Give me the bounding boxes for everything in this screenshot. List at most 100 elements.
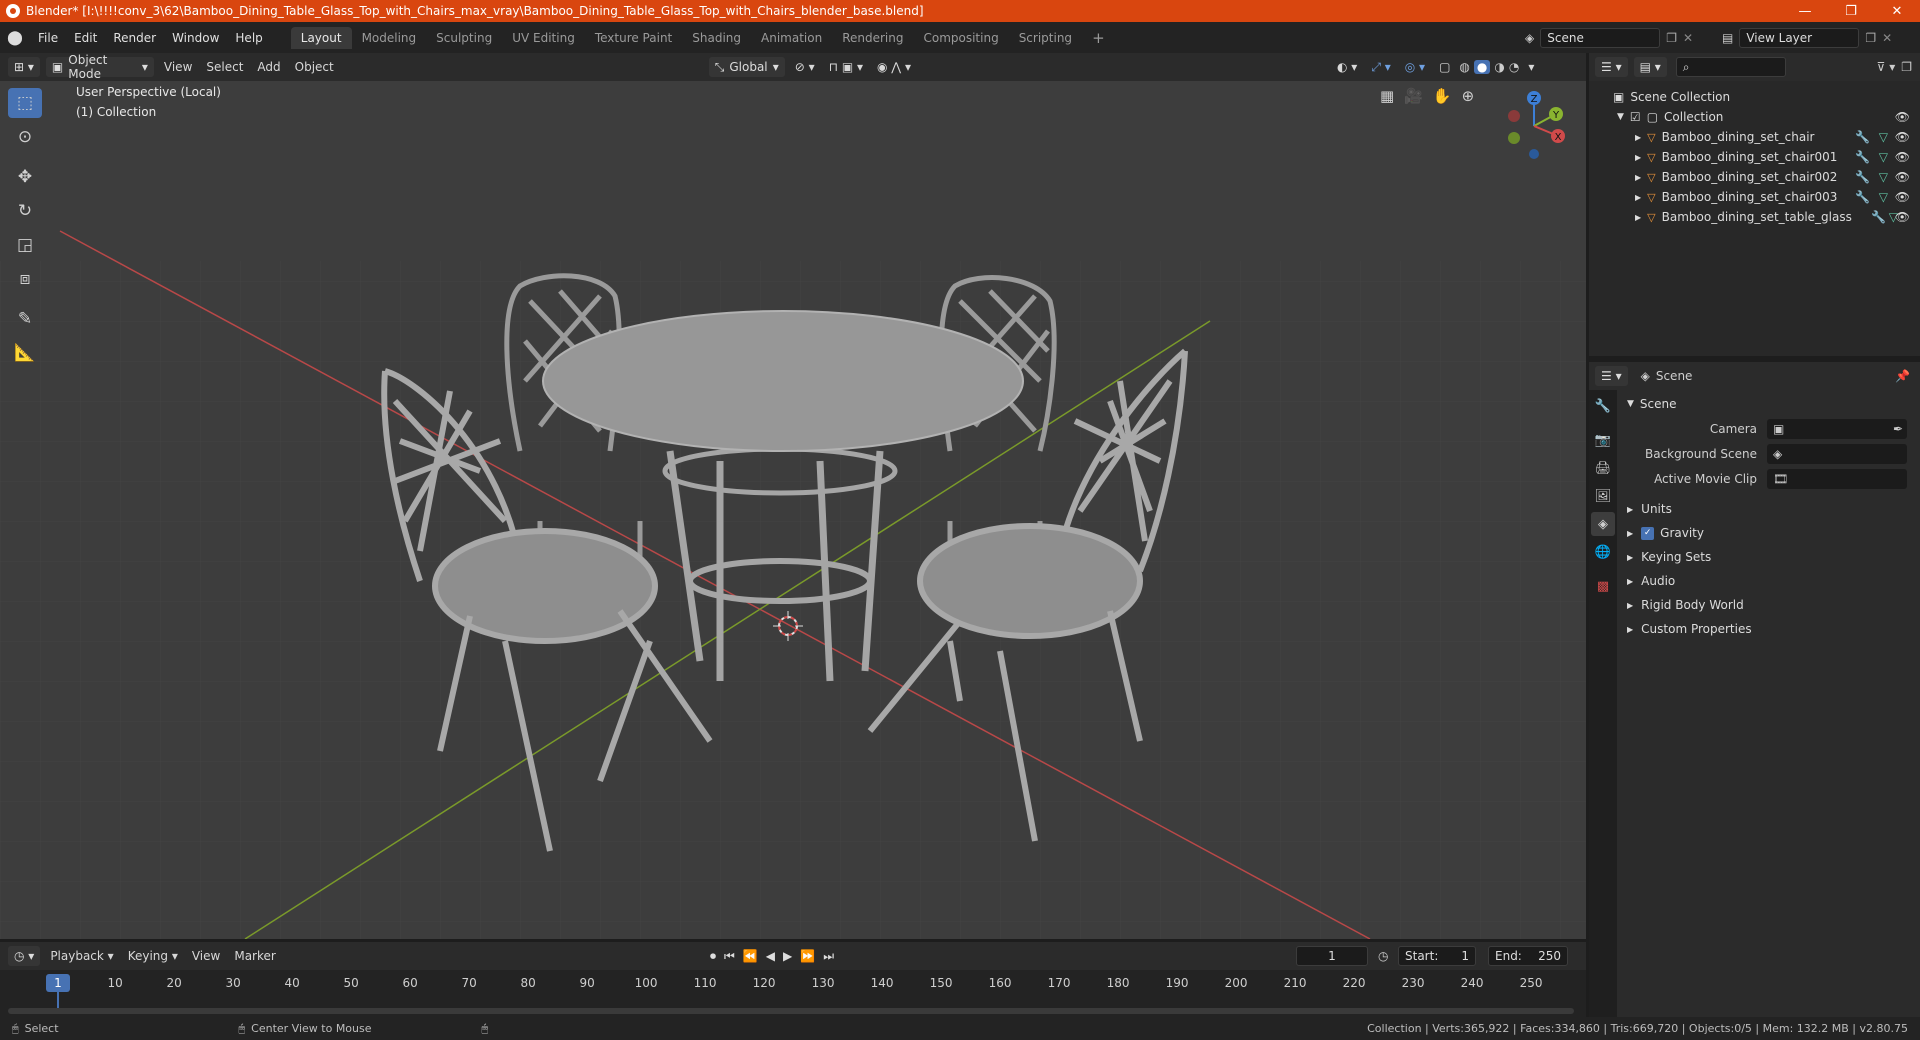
rotate-tool-icon[interactable]: ↻ (8, 196, 42, 226)
eye-icon[interactable]: 👁 (1895, 130, 1910, 144)
keying-menu[interactable]: Keying ▾ (121, 949, 185, 963)
tab-scripting[interactable]: Scripting (1009, 27, 1082, 49)
cursor-tool-icon[interactable]: ⊙ (8, 122, 42, 152)
3d-viewport[interactable]: User Perspective (Local) (1) Collection … (0, 81, 1586, 939)
move-tool-icon[interactable]: ✥ (8, 162, 42, 192)
tool-tab-icon[interactable]: 🔧 (1591, 394, 1615, 418)
prev-keyframe-icon[interactable]: ⏪ (743, 949, 758, 963)
rendered-shading-icon[interactable]: ◔ (1509, 60, 1519, 74)
pan-view-icon[interactable]: ✋ (1433, 87, 1452, 105)
outliner-collection[interactable]: ▼ ☑ ▢ Collection 👁 (1589, 107, 1920, 127)
checkbox-icon[interactable]: ☑ (1630, 110, 1641, 124)
timeline-area[interactable]: 1 10 20 30 40 50 60 70 80 90 100 110 120 130 140 150 160… (0, 970, 1586, 1017)
tab-shading[interactable]: Shading (682, 27, 751, 49)
minimize-button[interactable]: — (1782, 0, 1828, 22)
display-mode-icon[interactable]: ▤ ▾ (1633, 57, 1667, 77)
playback-menu[interactable]: Playback ▾ (43, 949, 120, 963)
menu-help[interactable]: Help (227, 31, 270, 45)
play-icon[interactable]: ▶ (783, 949, 792, 963)
marker-menu[interactable]: Marker (227, 949, 282, 963)
gravity-checkbox[interactable]: ✓ (1641, 526, 1655, 540)
scene-tab-icon[interactable]: ◈ (1591, 512, 1615, 536)
timeline-editor-type-icon[interactable]: ◷ ▾ (8, 946, 41, 966)
annotate-tool-icon[interactable]: ✎ (8, 304, 42, 334)
xray-icon[interactable]: ▢ (1432, 60, 1457, 74)
close-button[interactable]: ✕ (1874, 0, 1920, 22)
toggle-perspective-icon[interactable]: ▦ (1380, 87, 1394, 105)
start-frame-field[interactable]: Start: 1 (1398, 946, 1476, 966)
outliner-scene-collection[interactable]: ▣ Scene Collection (1589, 87, 1920, 107)
menu-file[interactable]: File (30, 31, 66, 45)
shading-options-icon[interactable]: ▾ (1521, 60, 1541, 74)
transform-tool-icon[interactable]: ⧈ (8, 264, 42, 294)
view-menu[interactable]: View (157, 60, 199, 74)
outliner-object[interactable]: ▶ ▽ Bamboo_dining_set_chair001 🔧 ▽ 👁 (1589, 147, 1920, 167)
editor-type-icon[interactable]: ⊞ ▾ (8, 57, 40, 77)
modifier-icon[interactable]: 🔧 (1855, 150, 1870, 164)
proportional-edit-icon[interactable]: ◉ ⋀ ▾ (870, 60, 918, 74)
camera-view-icon[interactable]: 🎥 (1404, 87, 1423, 105)
expand-arrow-icon[interactable]: ▶ (1635, 213, 1641, 222)
outliner-object[interactable]: ▶ ▽ Bamboo_dining_set_table_glass 🔧 ▽ 👁 (1589, 207, 1920, 227)
custom-properties-panel-header[interactable]: ▶ Custom Properties (1617, 617, 1920, 641)
outliner-object[interactable]: ▶ ▽ Bamboo_dining_set_chair003 🔧 ▽ 👁 (1589, 187, 1920, 207)
jump-end-icon[interactable]: ⏭ (823, 949, 834, 964)
keying-sets-panel-header[interactable]: ▶ Keying Sets (1617, 545, 1920, 569)
new-collection-icon[interactable]: ❐ (1901, 60, 1912, 74)
material-shading-icon[interactable]: ◑ (1494, 60, 1504, 74)
outliner-search-input[interactable]: ⌕ (1675, 57, 1786, 77)
add-workspace-button[interactable]: + (1082, 25, 1115, 51)
modifier-icon[interactable]: 🔧 (1871, 210, 1886, 224)
eye-icon[interactable]: 👁 (1895, 110, 1910, 124)
outliner-object[interactable]: ▶ ▽ Bamboo_dining_set_chair002 🔧 ▽ 👁 (1589, 167, 1920, 187)
modifier-icon[interactable]: 🔧 (1855, 130, 1870, 144)
texture-tab-icon[interactable]: ▩ (1591, 574, 1615, 598)
navigation-gizmo[interactable]: Z Y X (1500, 86, 1576, 162)
new-scene-icon[interactable]: ❐ (1666, 31, 1677, 45)
view-layer-field[interactable]: View Layer (1739, 27, 1860, 48)
expand-arrow-icon[interactable]: ▶ (1635, 193, 1641, 202)
view-layer-tab-icon[interactable]: 🖼 (1591, 484, 1615, 508)
eye-icon[interactable]: 👁 (1895, 210, 1910, 224)
overlays-icon[interactable]: ◎ ▾ (1398, 60, 1432, 74)
gravity-panel-header[interactable]: ▶ ✓ Gravity (1617, 521, 1920, 545)
eyedropper-icon[interactable]: ✒ (1893, 422, 1903, 436)
render-tab-icon[interactable]: 📷 (1591, 428, 1615, 452)
tab-animation[interactable]: Animation (751, 27, 832, 49)
object-menu[interactable]: Object (288, 60, 341, 74)
tab-modeling[interactable]: Modeling (352, 27, 427, 49)
tab-sculpting[interactable]: Sculpting (426, 27, 502, 49)
output-tab-icon[interactable]: 🖨 (1591, 456, 1615, 480)
play-reverse-icon[interactable]: ◀ (766, 949, 775, 963)
camera-field[interactable]: ▣ ✒ (1767, 418, 1907, 439)
tab-uv-editing[interactable]: UV Editing (502, 27, 585, 49)
modifier-icon[interactable]: 🔧 (1855, 190, 1870, 204)
select-menu[interactable]: Select (199, 60, 250, 74)
menu-render[interactable]: Render (105, 31, 164, 45)
gizmo-toggle-icon[interactable]: ⤢ ▾ (1364, 60, 1397, 75)
units-panel-header[interactable]: ▶ Units (1617, 497, 1920, 521)
tab-compositing[interactable]: Compositing (913, 27, 1008, 49)
outliner-object[interactable]: ▶ ▽ Bamboo_dining_set_chair 🔧 ▽ 👁 (1589, 127, 1920, 147)
new-view-layer-icon[interactable]: ❐ (1865, 31, 1876, 45)
menu-window[interactable]: Window (164, 31, 227, 45)
snap-icon[interactable]: ⊓ ▣ ▾ (822, 60, 870, 74)
remove-scene-icon[interactable]: ✕ (1683, 31, 1693, 45)
tab-rendering[interactable]: Rendering (832, 27, 913, 49)
pin-icon[interactable]: 📌 (1895, 369, 1910, 383)
background-scene-field[interactable]: ◈ (1767, 443, 1907, 464)
expand-arrow-icon[interactable]: ▶ (1635, 153, 1641, 162)
orientation-dropdown[interactable]: ⤡ Global ▾ (708, 57, 785, 77)
mode-dropdown[interactable]: ▣ Object Mode ▾ (45, 53, 154, 81)
clock-icon[interactable]: ◷ (1378, 949, 1388, 963)
world-tab-icon[interactable]: 🌐 (1591, 540, 1615, 564)
restore-button[interactable]: ❐ (1828, 0, 1874, 22)
measure-tool-icon[interactable]: 📐 (8, 338, 42, 368)
wireframe-shading-icon[interactable]: ◍ (1459, 60, 1469, 74)
timeline-scrollbar[interactable] (8, 1008, 1574, 1014)
rigid-body-panel-header[interactable]: ▶ Rigid Body World (1617, 593, 1920, 617)
remove-view-layer-icon[interactable]: ✕ (1882, 31, 1892, 45)
eye-icon[interactable]: 👁 (1895, 150, 1910, 164)
next-keyframe-icon[interactable]: ⏩ (800, 949, 815, 963)
scale-tool-icon[interactable]: ◲ (8, 230, 42, 260)
